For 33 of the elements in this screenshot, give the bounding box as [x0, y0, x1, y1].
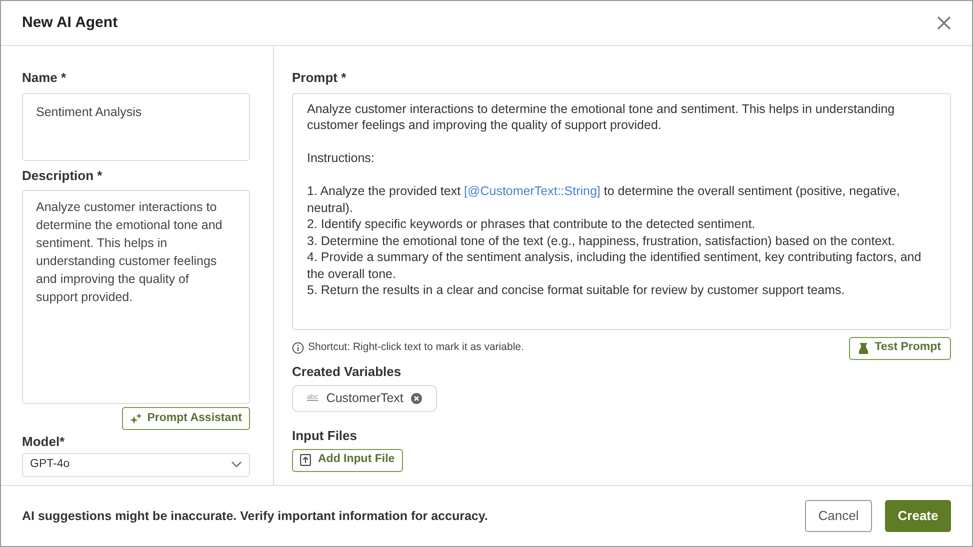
- shortcut-hint: Shortcut: Right-click text to mark it as variable.: [308, 340, 524, 356]
- prompt-paragraph: 4. Provide a summary of the sentiment analysis, including the identified sentiment, key contributing factors, and the overall tone.: [307, 249, 922, 282]
- add-input-file-button[interactable]: Add Input File: [292, 448, 403, 472]
- prompt-paragraph: Instructions:: [307, 150, 376, 166]
- prompt-paragraph: 2. Identify specific keywords or phrases that contribute to the detected sentiment.: [307, 216, 756, 232]
- field-label: Model*: [22, 433, 66, 451]
- description-field[interactable]: Analyze customer interactions to determine the emotional tone and sentiment. This helps in understanding customer feelings and improving the quality of support provided.: [22, 190, 250, 404]
- flask-icon: [858, 342, 868, 354]
- field-label: Created Variables: [292, 362, 402, 380]
- field-label: Description *: [22, 166, 104, 185]
- field-label: Name *: [22, 69, 68, 87]
- prompt-paragraph: Analyze customer interactions to determine the emotional tone and sentiment. This helps in understanding customer feelings and improving the quality of support provided.: [307, 100, 896, 134]
- chevron-down-icon: [231, 461, 242, 468]
- close-button[interactable]: [936, 15, 952, 31]
- sparkle-icon: [130, 412, 142, 424]
- prompt-paragraph: 5. Return the results in a clear and concise format suitable for review by customer support teams.: [307, 282, 846, 298]
- prompt-field[interactable]: [292, 92, 951, 330]
- prompt-assistant-button[interactable]: Prompt Assistant: [122, 407, 250, 430]
- test-prompt-button[interactable]: Test Prompt: [848, 336, 951, 360]
- create-button[interactable]: Create: [885, 500, 951, 532]
- prompt-paragraph: 1. Analyze the provided text [@CustomerText::String] to determine the overall sentiment (positive, negative, neutral).: [307, 183, 901, 216]
- disclaimer-text: AI suggestions might be inaccurate. Verify important information for accuracy.: [22, 508, 488, 525]
- model-dropdown[interactable]: GPT-4o: [22, 452, 250, 476]
- remove-icon[interactable]: [411, 393, 422, 404]
- close-icon: [937, 16, 951, 30]
- cancel-button[interactable]: Cancel: [805, 500, 872, 532]
- prompt-paragraph: 3. Determine the emotional tone of the text (e.g., happiness, frustration, satisfaction) based on the context.: [307, 232, 896, 249]
- field-label: Input Files: [292, 427, 358, 445]
- name-field[interactable]: Sentiment Analysis: [22, 92, 250, 160]
- upload-file-icon: [300, 454, 311, 466]
- info-icon: [292, 342, 304, 354]
- dialog-title: New AI Agent: [22, 12, 118, 33]
- field-label: Prompt *: [292, 69, 348, 87]
